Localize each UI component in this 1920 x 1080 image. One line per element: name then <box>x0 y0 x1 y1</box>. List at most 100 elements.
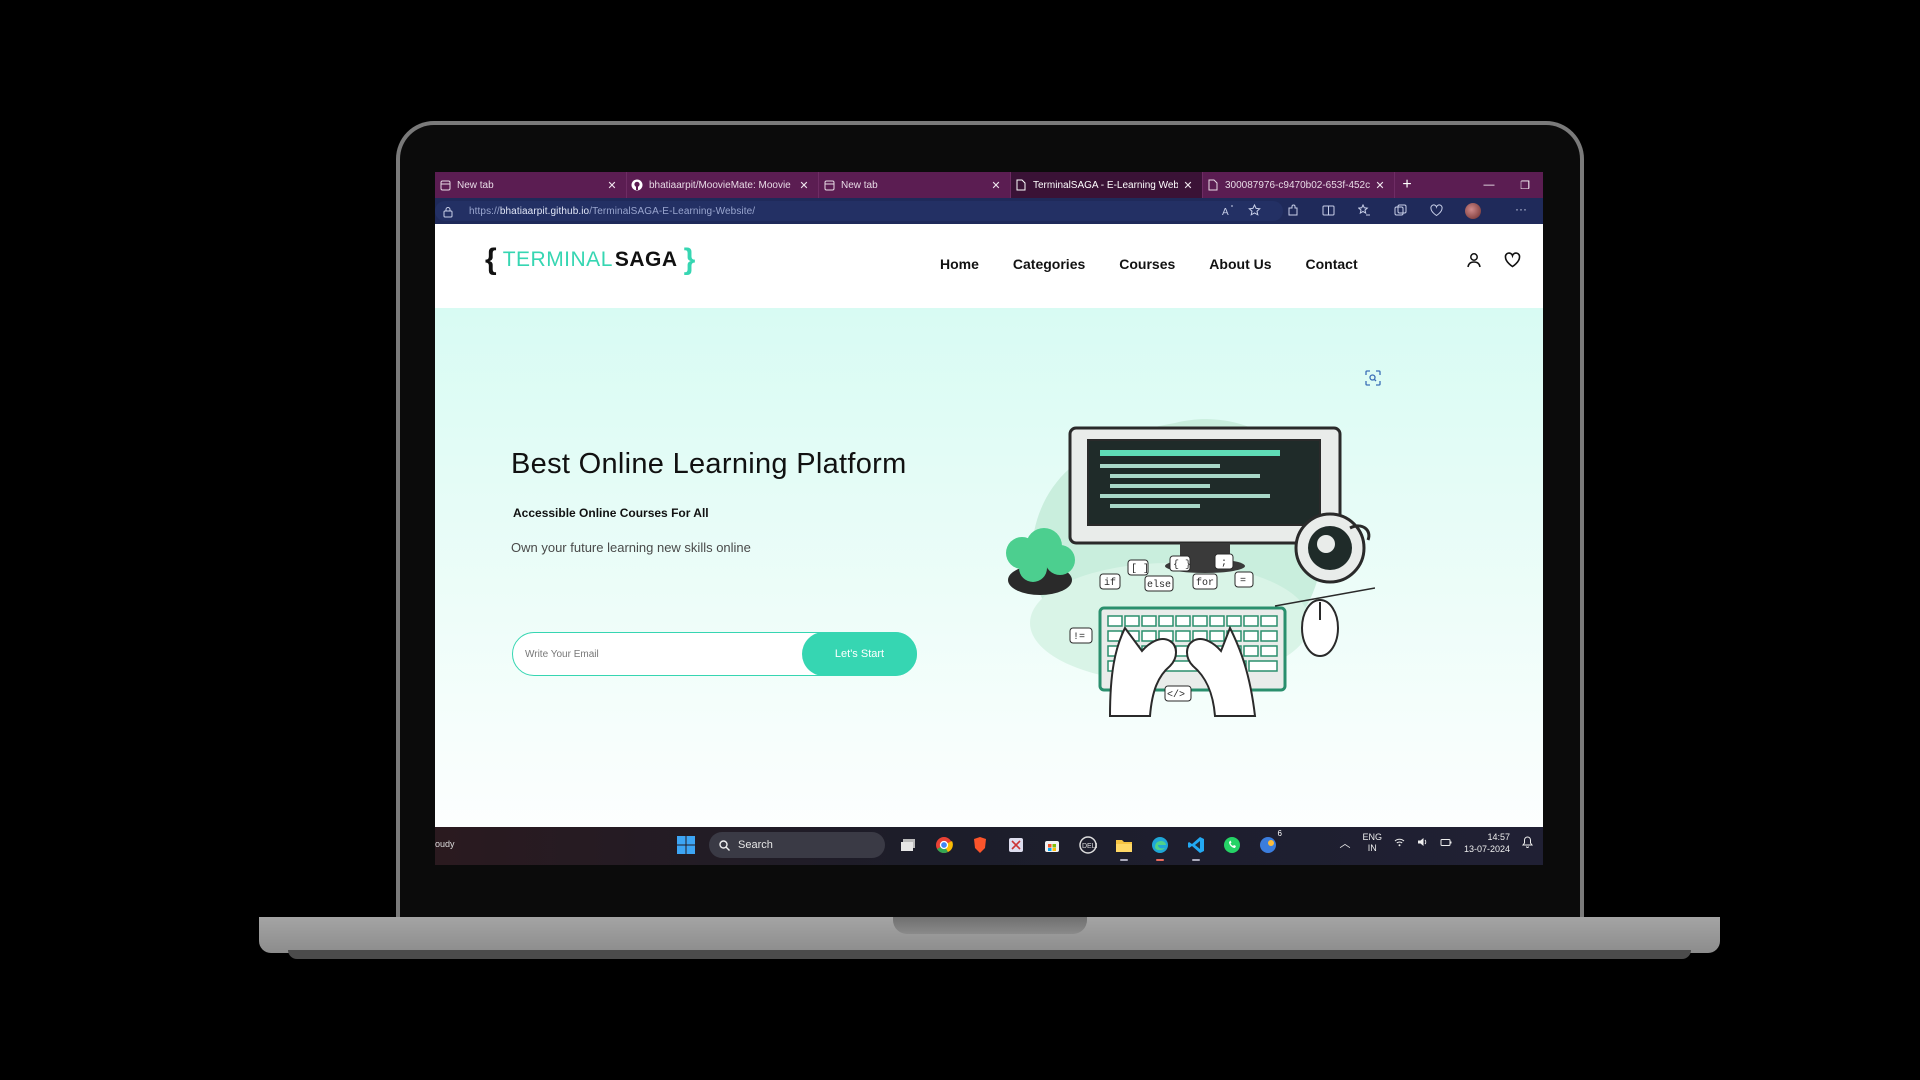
favorite-star-icon[interactable] <box>1248 204 1261 217</box>
close-icon[interactable]: ✕ <box>798 179 810 192</box>
main-nav: Home Categories Courses About Us Contact <box>940 256 1358 272</box>
laptop-mockup: New tab ✕ bhatiaarpit/MoovieMate: Moovie… <box>0 0 1920 1080</box>
svg-text:DELL: DELL <box>1082 843 1097 850</box>
new-tab-button[interactable]: + <box>1395 172 1419 198</box>
site-header: { TERMINAL SAGA } Home Categories Course… <box>435 224 1543 308</box>
header-icons <box>1466 252 1521 273</box>
hero-subtitle: Accessible Online Courses For All <box>513 506 709 520</box>
bubble-brackets: [ ] <box>1131 563 1149 575</box>
taskbar-search[interactable]: Search <box>709 832 885 858</box>
notification-bell-icon[interactable] <box>1522 836 1533 850</box>
battery-icon[interactable] <box>1440 838 1452 849</box>
collections-icon[interactable] <box>1394 204 1407 217</box>
profile-avatar[interactable] <box>1465 203 1481 219</box>
address-bar[interactable]: https://bhatiaarpit.github.io/TerminalSA… <box>435 201 1283 221</box>
dell-icon[interactable]: DELL <box>1075 832 1101 858</box>
browser-tab[interactable]: New tab ✕ <box>435 172 627 198</box>
browser-tab-active[interactable]: TerminalSAGA - E-Learning Web ✕ <box>1011 172 1203 198</box>
nav-home[interactable]: Home <box>940 256 979 272</box>
nav-courses[interactable]: Courses <box>1119 256 1175 272</box>
bubble-equals: = <box>1240 576 1246 587</box>
hero-illustration: [ ] { } ; if else for = != </> <box>1006 419 1375 717</box>
url-text: https://bhatiaarpit.github.io/TerminalSA… <box>469 206 755 217</box>
logo-saga: SAGA <box>614 248 678 271</box>
close-icon[interactable]: ✕ <box>606 179 618 192</box>
laptop-notch <box>893 917 1087 934</box>
tab-label: New tab <box>457 179 494 191</box>
bubble-braces: { } <box>1173 559 1191 571</box>
logo-brace-close: } <box>683 243 696 276</box>
lets-start-button[interactable]: Let's Start <box>802 632 917 676</box>
close-icon[interactable]: ✕ <box>990 179 1002 192</box>
nav-contact[interactable]: Contact <box>1306 256 1358 272</box>
split-screen-icon[interactable] <box>1322 204 1335 217</box>
bubble-tag: </> <box>1167 689 1185 701</box>
brave-icon[interactable] <box>967 832 993 858</box>
lock-icon[interactable] <box>443 205 455 218</box>
bubble-else: else <box>1147 579 1171 591</box>
site-logo[interactable]: { TERMINAL SAGA } <box>485 242 695 278</box>
task-view-icon[interactable] <box>895 832 921 858</box>
windows-start-icon[interactable] <box>673 832 699 858</box>
hero-section: Best Online Learning Platform Accessible… <box>435 308 1543 865</box>
language-indicator[interactable]: ENG IN <box>1362 832 1382 854</box>
close-icon[interactable]: ✕ <box>1182 179 1194 192</box>
laptop-screen: New tab ✕ bhatiaarpit/MoovieMate: Moovie… <box>435 172 1543 865</box>
vscode-icon[interactable] <box>1183 832 1209 861</box>
browser-tab[interactable]: bhatiaarpit/MoovieMate: Moovie ✕ <box>627 172 819 198</box>
extensions-icon[interactable] <box>1286 204 1299 217</box>
url-host: bhatiaarpit.github.io <box>499 205 590 217</box>
app-running-indicator <box>1156 859 1164 861</box>
heart-icon[interactable] <box>1504 252 1521 273</box>
file-explorer-icon[interactable] <box>1111 832 1137 861</box>
email-input[interactable] <box>513 648 803 660</box>
clock-time: 14:57 <box>1487 832 1510 842</box>
hero-description: Own your future learning new skills onli… <box>511 540 751 555</box>
more-options-icon[interactable]: ··· <box>1515 202 1527 216</box>
hero-title: Best Online Learning Platform <box>511 448 907 480</box>
wifi-icon[interactable] <box>1394 838 1405 849</box>
svg-text:A: A <box>1222 207 1229 217</box>
search-label: Search <box>738 839 773 851</box>
minimize-icon[interactable]: — <box>1471 179 1507 191</box>
tab-label: New tab <box>841 179 878 191</box>
browser-tab[interactable]: 300087976-c9470b02-653f-452c-8 ✕ <box>1203 172 1395 198</box>
chrome-icon[interactable] <box>931 832 957 858</box>
snipping-tool-icon[interactable] <box>1003 832 1029 858</box>
language-code: ENG <box>1362 832 1382 842</box>
browser-essentials-icon[interactable] <box>1430 204 1443 217</box>
browser-tab-strip: New tab ✕ bhatiaarpit/MoovieMate: Moovie… <box>435 172 1543 198</box>
email-signup-form: Let's Start <box>512 632 917 676</box>
whatsapp-icon[interactable] <box>1219 832 1245 858</box>
edge-icon[interactable] <box>1147 832 1173 861</box>
nav-about-us[interactable]: About Us <box>1209 256 1271 272</box>
chevron-up-icon[interactable]: ︿ <box>1339 835 1350 851</box>
browser-toolbar: https://bhatiaarpit.github.io/TerminalSA… <box>435 198 1543 224</box>
bubble-for: for <box>1196 577 1214 589</box>
taskbar-apps: Search DELL 6 <box>673 829 1282 861</box>
store-icon[interactable] <box>1039 832 1065 858</box>
logo-terminal: TERMINAL <box>502 248 613 271</box>
logo-brace-open: { <box>485 243 497 276</box>
favorites-icon[interactable] <box>1358 204 1371 217</box>
restore-icon[interactable]: ❐ <box>1507 179 1543 192</box>
read-aloud-icon[interactable]: A <box>1222 204 1235 217</box>
browser-tab[interactable]: New tab ✕ <box>819 172 1011 198</box>
close-icon[interactable]: ✕ <box>1374 179 1386 192</box>
weather-app-icon[interactable]: 6 <box>1255 829 1282 858</box>
volume-icon[interactable] <box>1417 837 1428 849</box>
url-path: /TerminalSAGA-E-Learning-Website/ <box>589 205 756 217</box>
tab-label: bhatiaarpit/MoovieMate: Moovie <box>649 179 791 191</box>
bubble-semicolon: ; <box>1221 558 1227 569</box>
app-running-indicator <box>1192 859 1200 861</box>
user-icon[interactable] <box>1466 252 1482 273</box>
nav-categories[interactable]: Categories <box>1013 256 1085 272</box>
weather-widget[interactable]: oudy <box>435 839 455 849</box>
system-tray: ︿ ENG IN 14:57 13-07-2024 <box>1339 831 1533 855</box>
app-running-indicator <box>1120 859 1128 861</box>
tab-label: TerminalSAGA - E-Learning Web <box>1033 179 1178 191</box>
bubble-if: if <box>1104 577 1116 589</box>
system-clock[interactable]: 14:57 13-07-2024 <box>1464 831 1510 855</box>
page-icon <box>439 179 451 191</box>
document-icon <box>1015 179 1027 191</box>
